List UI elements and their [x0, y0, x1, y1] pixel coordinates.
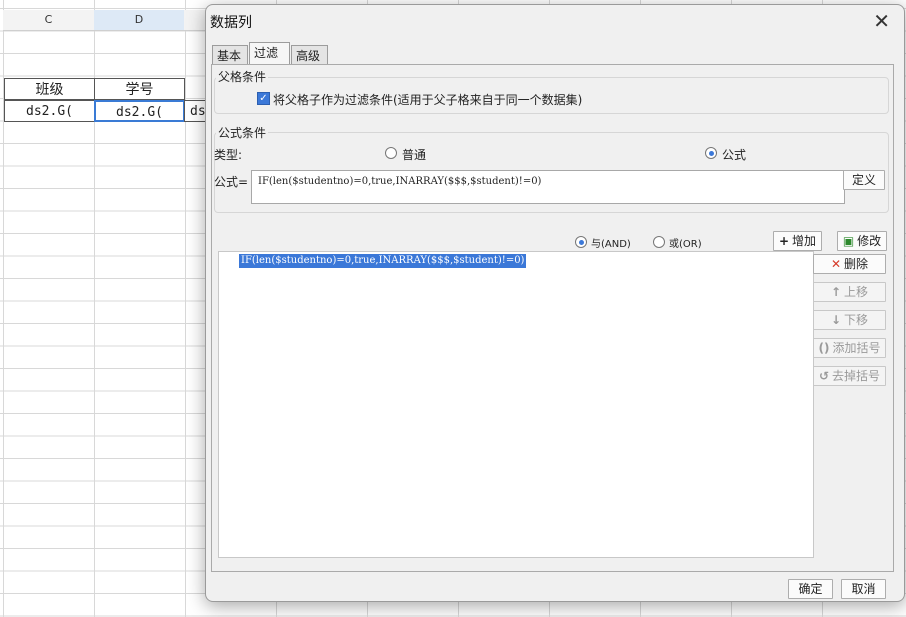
remove-bracket-icon: ↺: [818, 369, 830, 383]
delete-x-icon: ✕: [830, 257, 842, 271]
arrow-down-icon: ↓: [830, 313, 842, 327]
add-button-label: 增加: [792, 234, 817, 248]
add-button[interactable]: + 增加: [773, 231, 822, 251]
add-bracket-button[interactable]: () 添加括号: [813, 338, 886, 358]
or-label: 或(OR): [669, 235, 702, 250]
parent-filter-checkbox-label: 将父格子作为过滤条件(适用于父子格来自于同一个数据集): [273, 93, 583, 107]
cell-studentno-data[interactable]: ds2.G(: [94, 100, 185, 122]
list-item[interactable]: IF(len($studentno)=0,true,INARRAY($$$,$s…: [239, 254, 527, 268]
parent-condition-label: 父格条件: [216, 68, 269, 85]
bracket-icon: (): [818, 341, 830, 355]
cell-class-data[interactable]: ds2.G(: [4, 100, 95, 122]
parent-filter-checkbox[interactable]: ✓: [257, 92, 270, 105]
tab-advanced[interactable]: 高级: [291, 45, 328, 65]
type-normal-radio[interactable]: [385, 147, 397, 159]
close-icon[interactable]: ✕: [873, 11, 890, 31]
cancel-button[interactable]: 取消: [841, 579, 886, 599]
modify-button[interactable]: ▣ 修改: [837, 231, 887, 251]
modify-button-label: 修改: [857, 234, 882, 248]
ok-button[interactable]: 确定: [788, 579, 833, 599]
column-header-c[interactable]: C: [3, 10, 95, 31]
move-up-label: 上移: [844, 285, 869, 299]
type-label: 类型:: [214, 148, 243, 162]
or-label-text: 或(OR): [669, 239, 702, 250]
type-normal-label: 普通: [402, 148, 427, 162]
cell-studentno-header[interactable]: 学号: [94, 78, 185, 100]
or-radio[interactable]: [653, 236, 665, 248]
move-up-button[interactable]: ↑ 上移: [813, 282, 886, 302]
edit-icon: ▣: [842, 234, 855, 248]
delete-button-label: 删除: [844, 257, 869, 271]
cell-class-header[interactable]: 班级: [4, 78, 95, 100]
and-label: 与(AND): [591, 235, 631, 250]
remove-bracket-button[interactable]: ↺ 去掉括号: [813, 366, 886, 386]
formula-condition-label: 公式条件: [216, 124, 269, 141]
formula-input[interactable]: IF(len($studentno)=0,true,INARRAY($$$,$s…: [251, 170, 845, 204]
delete-button[interactable]: ✕ 删除: [813, 254, 886, 274]
move-down-label: 下移: [844, 313, 869, 327]
define-button[interactable]: 定义: [843, 170, 885, 190]
condition-list[interactable]: IF(len($studentno)=0,true,INARRAY($$$,$s…: [218, 251, 814, 558]
remove-bracket-label: 去掉括号: [832, 369, 881, 383]
arrow-up-icon: ↑: [830, 285, 842, 299]
tab-basic[interactable]: 基本: [212, 45, 248, 65]
type-formula-radio[interactable]: [705, 147, 717, 159]
and-radio[interactable]: [575, 236, 587, 248]
add-bracket-label: 添加括号: [832, 341, 881, 355]
type-formula-label: 公式: [722, 148, 747, 162]
tab-filter[interactable]: 过滤: [249, 42, 290, 66]
column-header-d[interactable]: D: [94, 10, 185, 31]
dialog-title: 数据列: [210, 15, 252, 31]
data-column-dialog: 数据列 ✕ 基本 过滤 高级 父格条件 ✓ 将父格子作为过滤条件(适用于父子格来…: [205, 4, 905, 602]
and-label-text: 与(AND): [591, 239, 631, 250]
formula-label: 公式=: [214, 175, 249, 189]
filter-panel: 父格条件 ✓ 将父格子作为过滤条件(适用于父子格来自于同一个数据集) 公式条件 …: [211, 64, 894, 572]
plus-icon: +: [778, 234, 790, 248]
move-down-button[interactable]: ↓ 下移: [813, 310, 886, 330]
